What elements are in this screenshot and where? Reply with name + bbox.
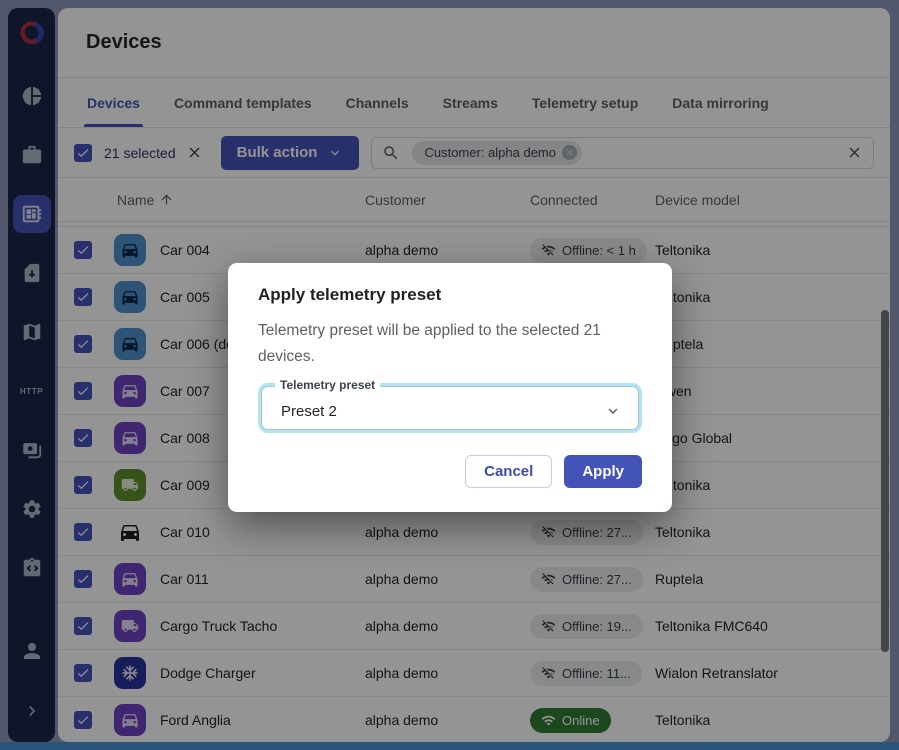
apply-telemetry-preset-dialog: Apply telemetry preset Telemetry preset … [228,263,672,512]
dialog-message: Telemetry preset will be applied to the … [258,318,642,370]
dialog-title: Apply telemetry preset [258,285,642,305]
chevron-down-icon [604,402,622,420]
apply-button[interactable]: Apply [564,455,642,488]
field-label: Telemetry preset [275,378,380,392]
app-window: HTTP Devices DevicesCommand templatesCha… [0,0,899,750]
telemetry-preset-select-wrap: Telemetry preset Preset 2 [258,383,642,433]
cancel-button[interactable]: Cancel [465,455,552,488]
chevron-down-icon [604,402,622,420]
dialog-actions: Cancel Apply [258,455,642,488]
telemetry-preset-select[interactable]: Telemetry preset Preset 2 [261,386,639,430]
field-value: Preset 2 [281,403,337,420]
